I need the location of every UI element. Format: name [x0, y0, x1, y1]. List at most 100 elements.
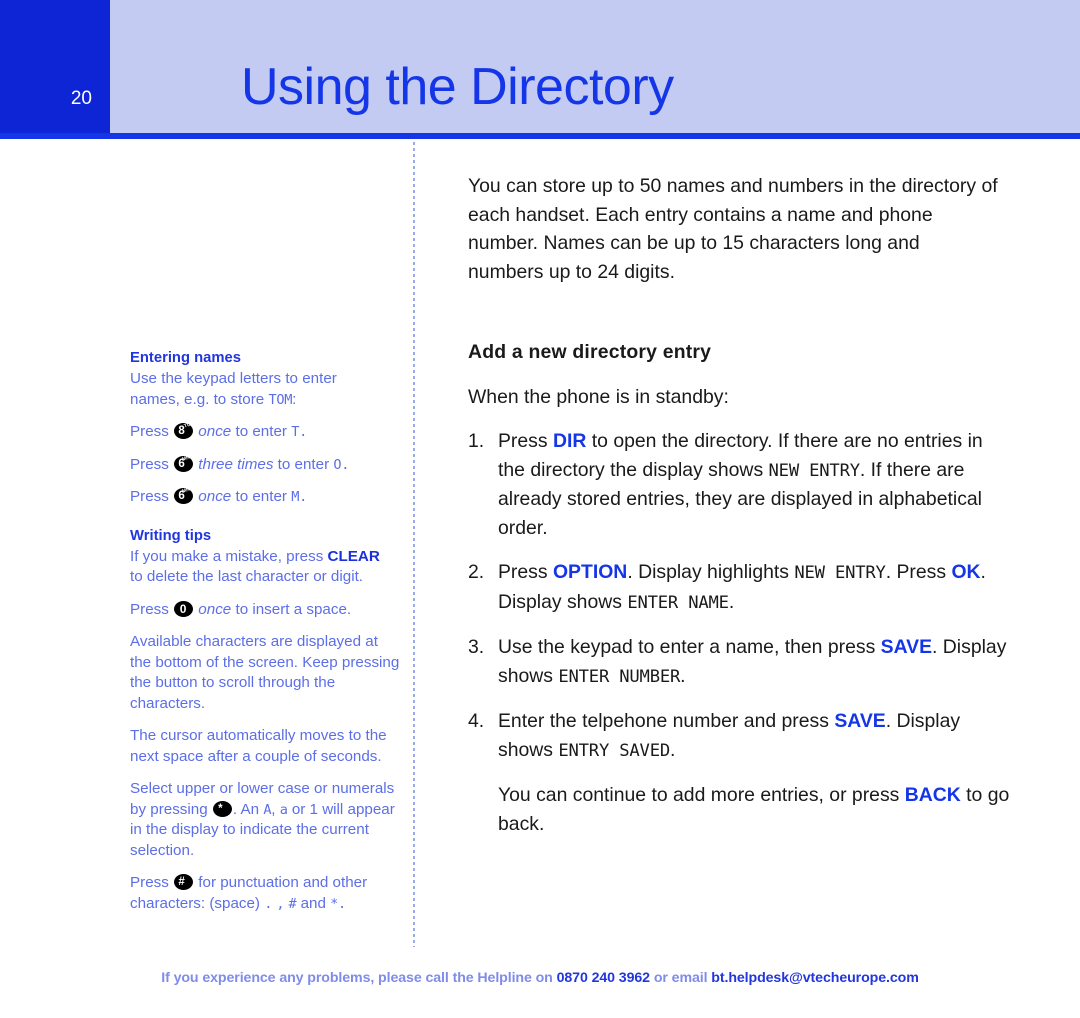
lcd-case-lower: a	[279, 801, 288, 818]
sidebar-text: :	[292, 390, 297, 408]
lcd-punct-star: *.	[330, 895, 346, 912]
lcd-punct-comma: ,	[276, 895, 285, 912]
keypad-key-pause-marker: ■	[190, 872, 195, 880]
keypad-key-hash-icon: # ■	[174, 872, 195, 890]
keypad-key-digit: *	[218, 802, 223, 815]
keypad-key-8-icon: 8 TUV	[174, 420, 195, 439]
press-label: Press	[130, 600, 169, 618]
softkey-clear-label: CLEAR	[327, 547, 380, 565]
sidebar-text: Use the keypad letters to enter	[130, 370, 337, 387]
softkey-ok-label: OK	[951, 561, 981, 583]
press-tail: to insert a space.	[235, 600, 352, 618]
lcd-punct-hash: #	[288, 895, 297, 912]
sidebar-text: ,	[271, 800, 276, 818]
step-2: 2. Press OPTION. Display highlights NEW …	[468, 558, 1014, 617]
sidebar-notes: Entering names Use the keypad letters to…	[130, 348, 402, 914]
page-title: Using the Directory	[241, 58, 674, 116]
footer-mid: or email	[653, 970, 708, 986]
sidebar-punctuation-line: Press # ■ for punctuation and other char…	[130, 873, 402, 914]
step-text: . Press	[885, 561, 947, 583]
press-count: three times	[198, 455, 274, 473]
sidebar-text: characters: (space)	[130, 894, 260, 912]
step-text: Press	[498, 430, 548, 452]
sidebar-clear-line: If you make a mistake, press CLEAR	[130, 547, 402, 568]
press-tail: for punctuation and other	[198, 874, 368, 891]
lcd-enter-name: ENTER NAME	[627, 592, 729, 613]
sidebar-text: . An	[232, 800, 260, 818]
step-text: . Display highlights	[627, 561, 789, 583]
press-label: Press	[130, 455, 169, 473]
sidebar-text: and	[300, 894, 326, 912]
steps-list: 1. Press DIR to open the directory. If t…	[468, 427, 1014, 765]
step-text: .	[670, 738, 676, 761]
lcd-entry-saved: ENTRY SAVED	[558, 740, 670, 761]
header-rule	[0, 133, 1080, 139]
footer-lead: If you experience any problems, please c…	[161, 970, 553, 986]
helpdesk-email: bt.helpdesk@vtecheurope.com	[711, 970, 919, 986]
closing-paragraph: You can continue to add more entries, or…	[468, 781, 1014, 838]
step-text: .	[728, 590, 735, 613]
press-label: Press	[130, 423, 169, 440]
sidebar-text: Select upper or lower case or	[130, 780, 328, 797]
press-tail: to enter	[235, 423, 287, 440]
sidebar-paragraph-cursor: The cursor automatically moves to the ne…	[130, 727, 387, 765]
main-content: You can store up to 50 names and numbers…	[468, 172, 1014, 838]
intro-paragraph: You can store up to 50 names and numbers…	[468, 175, 998, 283]
sidebar-heading-entering-names: Entering names	[130, 350, 242, 366]
subheading: When the phone is in standby:	[468, 385, 729, 408]
sidebar-press-line-1: Press 8 TUV once to enter T.	[130, 420, 402, 443]
lcd-char: O.	[333, 456, 350, 473]
keypad-key-digit: 0	[179, 601, 187, 616]
keypad-key-letters: TUV	[183, 420, 195, 430]
sidebar-entering-names-line1: Use the keypad letters to enter	[130, 369, 402, 390]
step-text: .	[680, 664, 686, 687]
page-footer: If you experience any problems, please c…	[0, 970, 1080, 986]
keypad-key-star-icon: * ⏎	[212, 799, 234, 817]
step-number: 2.	[468, 561, 485, 583]
press-count: once	[198, 600, 232, 618]
page-number: 20	[70, 88, 92, 109]
step-1: 1. Press DIR to open the directory. If t…	[468, 427, 1014, 542]
press-label: Press	[130, 488, 169, 505]
sidebar-space-line: Press 0 once to insert a space.	[130, 600, 402, 621]
lcd-char: M.	[291, 489, 307, 505]
press-count: once	[198, 423, 232, 440]
lcd-new-entry: NEW ENTRY	[794, 563, 886, 583]
keypad-key-letters: MNO	[181, 452, 195, 463]
keypad-key-0-icon: 0	[174, 600, 194, 617]
press-label: Press	[130, 874, 169, 891]
lcd-enter-number: ENTER NUMBER	[558, 666, 681, 687]
keypad-key-6-icon: 6 MNO	[174, 485, 195, 504]
sidebar-case-lines: Select upper or lower case or numerals b…	[130, 779, 402, 861]
softkey-back-label: BACK	[904, 784, 961, 806]
press-tail: to enter	[277, 455, 330, 473]
sidebar-press-line-3: Press 6 MNO once to enter M.	[130, 485, 402, 508]
lcd-new-entry: NEW ENTRY	[768, 460, 861, 481]
page-title-block: Using the Directory	[110, 0, 1080, 133]
softkey-save-label: SAVE	[880, 636, 933, 658]
step-4: 4. Enter the telpehone number and press …	[468, 707, 1014, 765]
sidebar-text: names, e.g. to store	[130, 390, 269, 408]
step-3: 3. Use the keypad to enter a name, then …	[468, 633, 1014, 691]
sidebar-text: If you make a mistake, press	[130, 547, 324, 565]
column-divider	[413, 142, 415, 947]
lcd-store-word: TOM	[268, 391, 293, 408]
sidebar-entering-names-line2: names, e.g. to store TOM:	[130, 390, 402, 411]
keypad-key-6-icon: 6 MNO	[174, 452, 195, 472]
softkey-save-label: SAVE	[834, 710, 886, 732]
step-text: Use the keypad to enter a name, then pre…	[498, 636, 876, 658]
step-number: 3.	[468, 636, 485, 658]
sidebar-press-line-2: Press 6 MNO three times to enter O.	[130, 452, 402, 476]
helpline-phone: 0870 240 3962	[556, 970, 650, 986]
softkey-dir-label: DIR	[552, 430, 587, 452]
page-number-block: 20	[0, 0, 110, 138]
lcd-punct-period: .	[264, 895, 273, 912]
press-count: once	[198, 488, 232, 505]
sidebar-heading-writing-tips: Writing tips	[130, 527, 212, 544]
page-header: 20 Using the Directory	[0, 0, 1080, 139]
press-tail: to enter	[235, 488, 287, 505]
